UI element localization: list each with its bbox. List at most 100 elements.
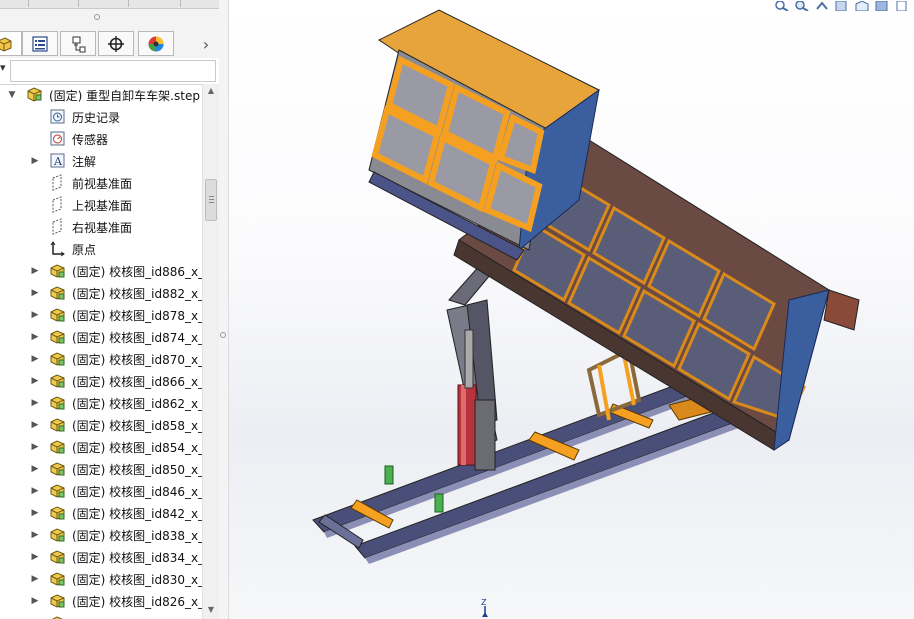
panel-splitter[interactable] <box>219 0 229 619</box>
part-icon <box>49 460 66 477</box>
tree-item-label: (固定) 校核图_id830_x_t <box>72 573 202 587</box>
tree-item-part[interactable]: ▶ (固定) 校核图_id834_x_t <box>0 546 202 568</box>
tree-item-label: 右视基准面 <box>72 221 133 235</box>
assembly-tree-icon <box>0 36 12 52</box>
tree-item-part[interactable]: ▶ (固定) 校核图_id886_x_t <box>0 260 202 282</box>
part-icon <box>49 570 66 587</box>
tree-item-sensors[interactable]: 传感器 <box>0 128 202 150</box>
tree-item-history[interactable]: 历史记录 <box>0 106 202 128</box>
expand-arrow-icon[interactable]: ▶ <box>30 288 40 298</box>
tree-item-label: 前视基准面 <box>72 177 133 191</box>
expand-arrow-icon[interactable]: ▶ <box>30 530 40 540</box>
tree-item-label: 上视基准面 <box>72 199 133 213</box>
tree-item-part[interactable]: ▶ (固定) 校核图_id846_x_t <box>0 480 202 502</box>
expand-arrow-icon[interactable]: ▶ <box>30 574 40 584</box>
tree-item-label: (固定) 校核图_id862_x_t <box>72 397 202 411</box>
property-list-icon <box>32 35 48 52</box>
plane-icon <box>49 174 66 191</box>
tree-item-part[interactable]: ▶ (固定) 校核图_id838_x_t <box>0 524 202 546</box>
graphics-viewport[interactable]: Z <box>229 0 914 619</box>
tree-item-label: (固定) 校核图_id878_x_t <box>72 309 202 323</box>
tree-item-part[interactable]: ▶ (固定) 校核图_id830_x_t <box>0 568 202 590</box>
part-icon <box>49 394 66 411</box>
tree-item-label: (固定) 校核图_id850_x_t <box>72 463 202 477</box>
expand-arrow-icon[interactable]: ▶ <box>30 354 40 364</box>
part-icon <box>49 416 66 433</box>
history-folder-icon <box>49 108 66 125</box>
configuration-manager-tab[interactable] <box>60 31 96 56</box>
part-icon <box>49 306 66 323</box>
scroll-down-icon[interactable]: ▼ <box>206 605 216 614</box>
tree-item-label: (固定) 校核图_id870_x_t <box>72 353 202 367</box>
tree-item-label: (固定) 校核图_id826_x_t <box>72 595 202 609</box>
feature-manager-tab[interactable] <box>0 31 22 56</box>
tree-item-top-plane[interactable]: 上视基准面 <box>0 194 202 216</box>
collapse-arrow-icon[interactable]: ▼ <box>7 90 17 100</box>
part-icon <box>49 438 66 455</box>
tree-item-part[interactable]: ▶ (固定) 校核图_id826_x_t <box>0 590 202 612</box>
tree-item-part[interactable]: ▶ (固定) 校核图_id858_x_t <box>0 414 202 436</box>
tree-item-front-plane[interactable]: 前视基准面 <box>0 172 202 194</box>
tree-item-part[interactable]: ▶ (固定) 校核图_id866_x_t <box>0 370 202 392</box>
dimxpert-tab[interactable] <box>98 31 134 56</box>
expand-arrow-icon[interactable]: ▶ <box>30 398 40 408</box>
tree-item-label: 注解 <box>72 155 97 169</box>
tree-item-label: (固定) 校核图_id886_x_t <box>72 265 202 279</box>
tree-root-label: (固定) 重型自卸车车架.step <box>49 89 200 103</box>
top-tab-strip <box>0 0 219 9</box>
expand-arrow-icon[interactable]: ▶ <box>30 442 40 452</box>
hydraulic-lift <box>446 254 502 471</box>
expand-arrow-icon[interactable]: ▶ <box>30 420 40 430</box>
feature-manager-panel: › ▾ ▼ (固定) 重型自卸车车架.step 历史记录 传感器 ▶ A 注解 … <box>0 0 220 619</box>
part-icon <box>49 482 66 499</box>
filter-funnel-icon[interactable]: ▾ <box>0 61 6 74</box>
tree-root-item[interactable]: ▼ (固定) 重型自卸车车架.step <box>0 84 202 106</box>
expand-arrow-icon[interactable]: ▶ <box>30 376 40 386</box>
expand-arrow-icon[interactable]: ▶ <box>30 266 40 276</box>
configuration-icon <box>72 36 86 52</box>
annotation-icon: A <box>49 152 66 169</box>
tree-item-part-partial[interactable]: ▶ <box>0 612 202 619</box>
expand-arrow-icon[interactable]: ▶ <box>30 508 40 518</box>
tree-scrollbar[interactable]: ▲ ▼ <box>202 84 219 619</box>
tree-item-label: (固定) 校核图_id854_x_t <box>72 441 202 455</box>
expand-arrow-icon[interactable]: ▶ <box>30 552 40 562</box>
plane-icon <box>49 196 66 213</box>
panel-grip[interactable] <box>0 9 219 29</box>
tree-item-label: (固定) 校核图_id858_x_t <box>72 419 202 433</box>
expand-arrow-icon[interactable]: ▶ <box>30 464 40 474</box>
expand-arrow-icon[interactable]: ▶ <box>30 156 40 166</box>
part-icon <box>49 328 66 345</box>
tree-item-part[interactable]: ▶ (固定) 校核图_id862_x_t <box>0 392 202 414</box>
tree-item-right-plane[interactable]: 右视基准面 <box>0 216 202 238</box>
tree-item-label: (固定) 校核图_id882_x_t <box>72 287 202 301</box>
tree-item-part[interactable]: ▶ (固定) 校核图_id854_x_t <box>0 436 202 458</box>
expand-arrow-icon[interactable]: ▶ <box>30 310 40 320</box>
tree-item-origin[interactable]: 原点 <box>0 238 202 260</box>
expand-arrow-icon[interactable]: ▶ <box>30 332 40 342</box>
tree-item-part[interactable]: ▶ (固定) 校核图_id874_x_t <box>0 326 202 348</box>
tree-item-label: (固定) 校核图_id842_x_t <box>72 507 202 521</box>
tree-item-part[interactable]: ▶ (固定) 校核图_id878_x_t <box>0 304 202 326</box>
part-icon <box>49 548 66 565</box>
scrollbar-thumb[interactable] <box>205 179 217 221</box>
expand-arrow-icon[interactable]: ▶ <box>30 596 40 606</box>
tree-item-part[interactable]: ▶ (固定) 校核图_id870_x_t <box>0 348 202 370</box>
expand-arrow-icon[interactable]: ▶ <box>30 486 40 496</box>
tree-item-label: (固定) 校核图_id866_x_t <box>72 375 202 389</box>
tree-item-part[interactable]: ▶ (固定) 校核图_id850_x_t <box>0 458 202 480</box>
plane-icon <box>49 218 66 235</box>
part-icon <box>49 284 66 301</box>
tree-item-part[interactable]: ▶ (固定) 校核图_id842_x_t <box>0 502 202 524</box>
display-manager-tab[interactable] <box>138 31 174 56</box>
scroll-up-icon[interactable]: ▲ <box>206 86 216 95</box>
tree-item-part[interactable]: ▶ (固定) 校核图_id882_x_t <box>0 282 202 304</box>
dump-truck-model <box>312 9 860 564</box>
tree-item-annotations[interactable]: ▶ A 注解 <box>0 150 202 172</box>
dump-body <box>368 9 860 452</box>
tabs-scroll-right-icon[interactable]: › <box>196 32 216 56</box>
property-manager-tab[interactable] <box>22 31 58 56</box>
filter-input[interactable] <box>10 60 216 82</box>
feature-manager-tabs: › <box>0 29 219 59</box>
origin-icon <box>49 240 66 257</box>
